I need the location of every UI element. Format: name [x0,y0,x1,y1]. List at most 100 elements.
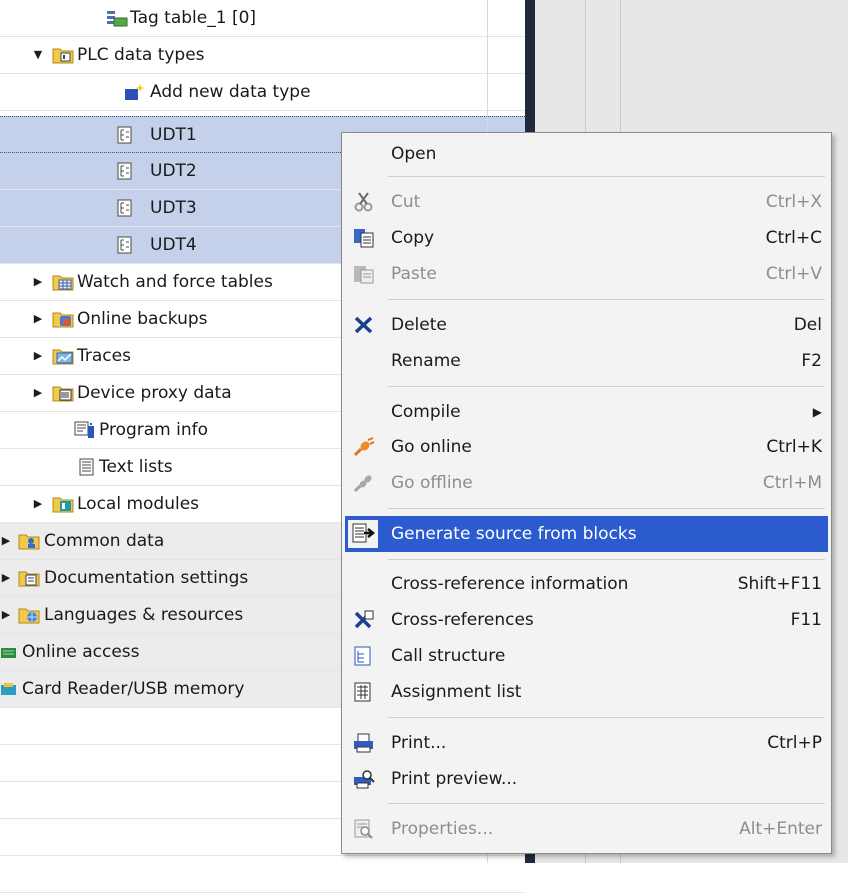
menu-separator [388,386,825,387]
traces-folder-icon [52,347,74,365]
menu-item-label: Assignment list [391,682,522,702]
menu-item-shortcut: Shift+F11 [737,574,822,594]
menu-item-compile[interactable]: Compile ▶ [345,394,828,430]
delete-icon [353,315,375,335]
menu-item-shortcut: F11 [790,610,822,630]
tree-item-label: Tag table_1 [0] [130,8,257,28]
menu-item-copy[interactable]: Copy Ctrl+C [345,220,828,256]
properties-icon [353,819,375,839]
chevron-down-icon[interactable]: ▼ [32,37,44,73]
udt-icon [115,162,135,180]
menu-item-label: Rename [391,351,461,371]
tree-item-plc-data-types[interactable]: ▼ PLC data types [0,37,525,74]
menu-item-rename[interactable]: Rename F2 [345,343,828,379]
menu-separator [388,717,825,718]
menu-item-label: Cross-reference information [391,574,629,594]
chevron-right-icon[interactable]: ▶ [32,338,44,374]
add-new-data-type-icon [124,83,145,101]
menu-item-cut[interactable]: Cut Ctrl+X [345,184,828,220]
text-lists-icon [77,458,97,476]
tree-item-label: Watch and force tables [77,272,273,292]
menu-item-label: Call structure [391,646,506,666]
menu-item-go-online[interactable]: Go online Ctrl+K [345,429,828,465]
menu-item-generate-source[interactable]: Generate source from blocks [345,516,828,552]
tree-item-label: UDT3 [150,198,197,218]
menu-item-call-structure[interactable]: Call structure [345,638,828,674]
menu-item-properties[interactable]: Properties... Alt+Enter [345,811,828,847]
menu-item-go-offline[interactable]: Go offline Ctrl+M [345,465,828,501]
menu-item-shortcut: Alt+Enter [739,819,822,839]
menu-item-open[interactable]: Open [345,136,828,172]
menu-separator [388,176,825,177]
tree-item-label: Online backups [77,309,208,329]
chevron-right-icon[interactable]: ▶ [32,264,44,300]
menu-separator [388,299,825,300]
menu-item-delete[interactable]: Delete Del [345,307,828,343]
menu-separator [388,803,825,804]
udt-icon [115,199,135,217]
chevron-right-icon[interactable]: ▶ [32,301,44,337]
copy-icon [353,228,375,248]
tree-item-label: Card Reader/USB memory [22,679,245,699]
menu-item-label: Go offline [391,473,473,493]
tree-item-label: Online access [22,642,140,662]
tree-item-add-new-data-type[interactable]: Add new data type [0,74,525,111]
menu-item-label: Print preview... [391,769,518,789]
print-icon [353,733,375,753]
menu-item-label: Cross-references [391,610,534,630]
menu-item-print[interactable]: Print... Ctrl+P [345,725,828,761]
menu-item-cross-references[interactable]: Cross-references F11 [345,602,828,638]
chevron-right-icon[interactable]: ▶ [0,523,12,559]
menu-item-shortcut: Ctrl+C [765,228,822,248]
paste-icon [353,264,375,284]
menu-item-label: Go online [391,437,472,457]
menu-item-label: Delete [391,315,447,335]
plc-data-types-folder-icon [52,46,74,64]
tag-table-icon [106,9,128,27]
menu-item-label: Paste [391,264,437,284]
cross-references-icon [353,610,375,630]
menu-item-shortcut: Del [793,315,822,335]
online-backups-folder-icon [52,310,74,328]
tree-empty-row [0,856,525,893]
tree-item-label: UDT1 [150,125,197,145]
tree-item-label: Add new data type [150,82,311,102]
chevron-right-icon[interactable]: ▶ [32,486,44,522]
udt-icon [115,126,135,144]
tree-item-label: Local modules [77,494,200,514]
menu-item-print-preview[interactable]: Print preview... [345,761,828,797]
tree-item-tag-table-1[interactable]: Tag table_1 [0] [0,0,525,37]
assignment-list-icon [353,682,375,702]
tree-item-label: UDT2 [150,161,197,181]
device-proxy-folder-icon [52,384,74,402]
generate-source-icon [348,520,378,548]
tree-item-label: Documentation settings [44,568,249,588]
menu-item-shortcut: Ctrl+M [762,473,822,493]
menu-item-label: Compile [391,402,461,422]
cut-icon [353,192,375,212]
online-access-icon [0,643,20,661]
menu-item-label: Open [391,144,437,164]
menu-item-cross-reference-information[interactable]: Cross-reference information Shift+F11 [345,566,828,602]
menu-item-shortcut: F2 [801,351,822,371]
go-offline-icon [353,473,375,493]
go-online-icon [353,437,375,457]
menu-item-assignment-list[interactable]: Assignment list [345,674,828,710]
menu-item-paste[interactable]: Paste Ctrl+V [345,256,828,292]
chevron-right-icon[interactable]: ▶ [0,560,12,596]
chevron-right-icon[interactable]: ▶ [32,375,44,411]
menu-item-shortcut: Ctrl+K [766,437,822,457]
local-modules-folder-icon [52,495,74,513]
menu-separator [388,508,825,509]
documentation-settings-folder-icon [18,569,40,587]
menu-item-label: Print... [391,733,447,753]
menu-item-label: Cut [391,192,421,212]
context-menu: Open Cut Ctrl+X Copy Ctrl+C Paste Ctrl+V… [341,132,832,854]
chevron-right-icon[interactable]: ▶ [0,597,12,633]
udt-icon [115,236,135,254]
watch-force-folder-icon [52,273,74,291]
tree-item-label: Device proxy data [77,383,232,403]
languages-resources-folder-icon [18,606,40,624]
menu-separator [388,559,825,560]
menu-item-shortcut: Ctrl+X [765,192,822,212]
